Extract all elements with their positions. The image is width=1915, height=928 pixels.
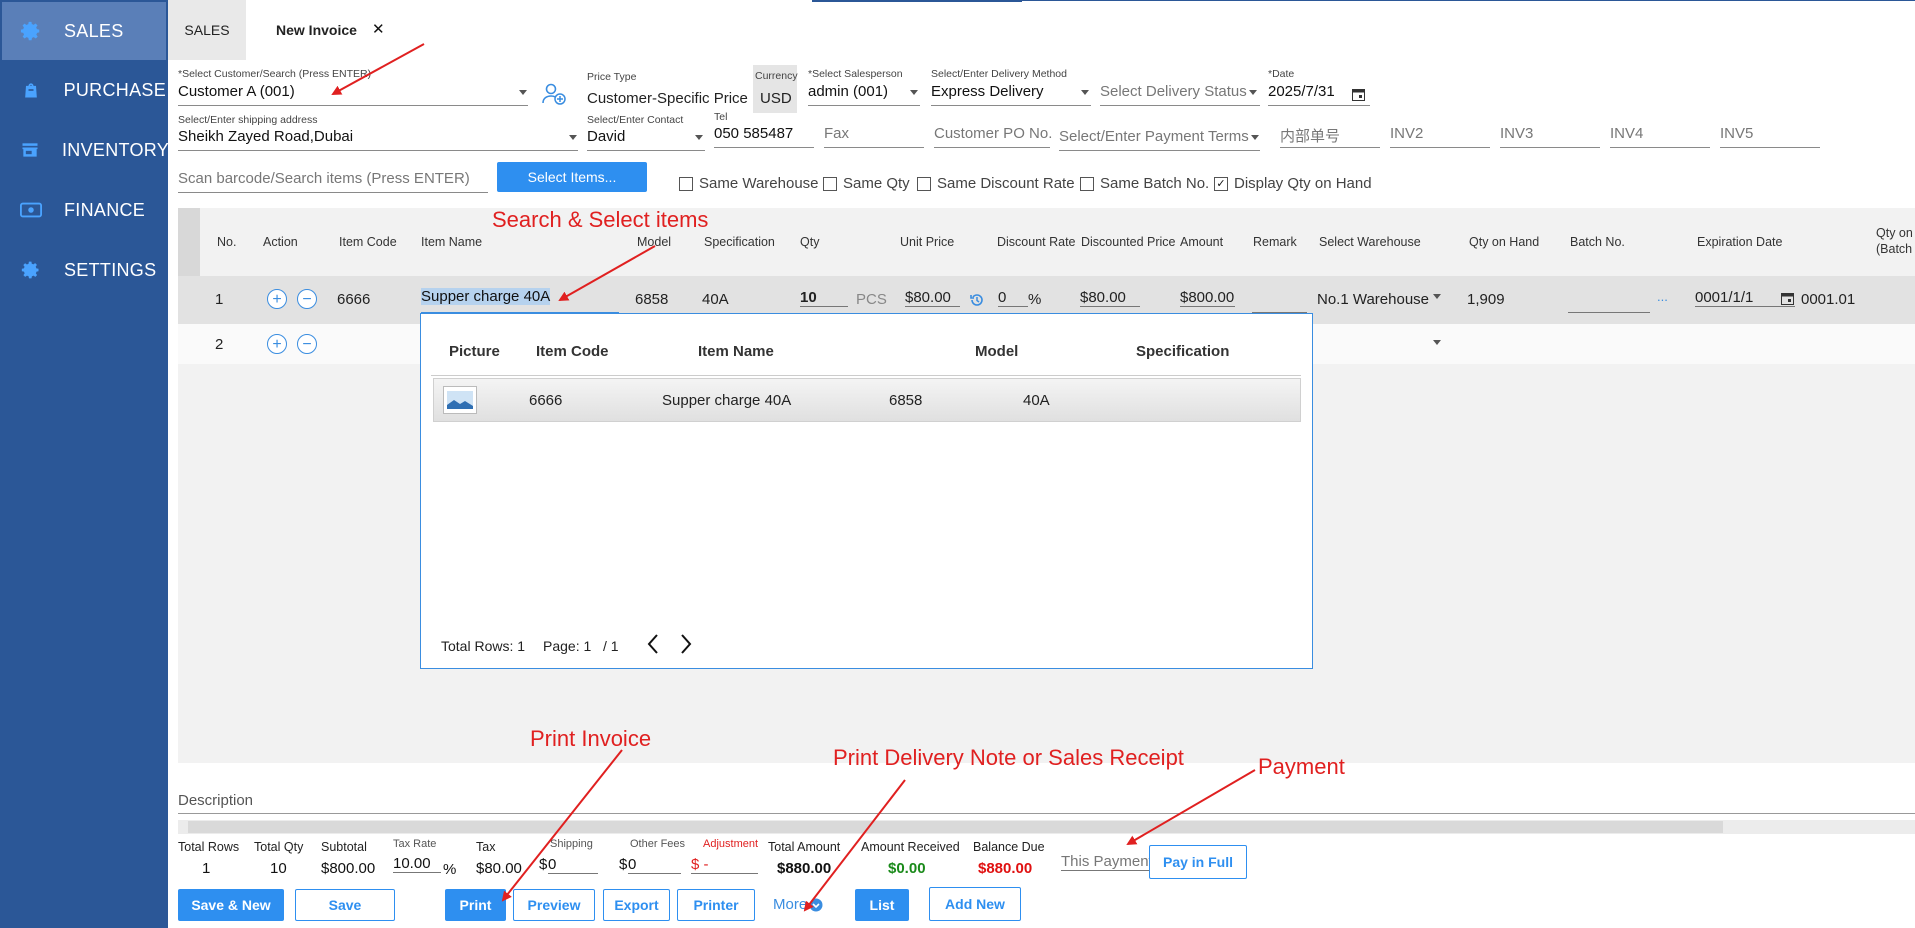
annotation-print-delivery: Print Delivery Note or Sales Receipt [833,745,1184,770]
annotation-arrows [331,43,1256,912]
annotation-arrow [803,779,906,912]
annotation-arrow [1126,769,1256,846]
annotation-search-select: Search & Select items [492,207,709,232]
annotation-arrow [501,749,623,902]
annotation-arrow [331,43,425,95]
annotation-print-invoice: Print Invoice [530,726,652,751]
annotation-arrow [558,245,656,301]
annotation-payment: Payment [1258,754,1345,779]
